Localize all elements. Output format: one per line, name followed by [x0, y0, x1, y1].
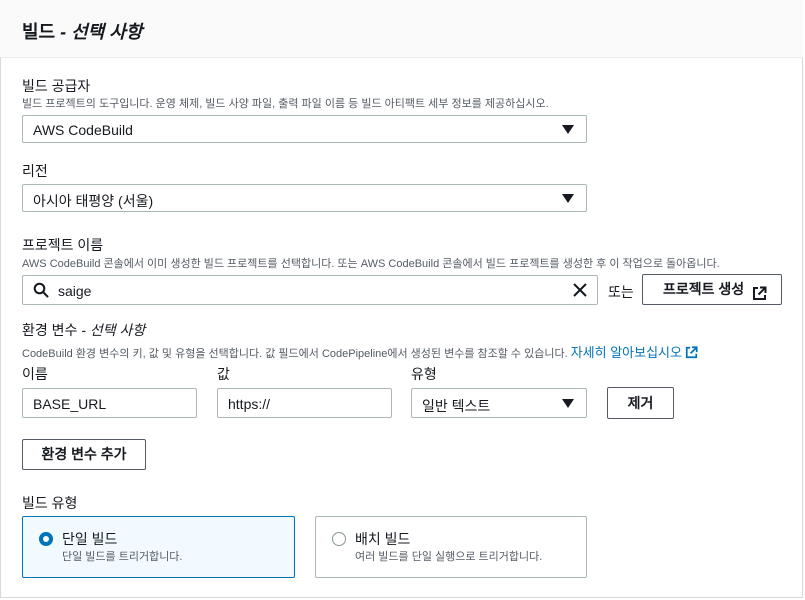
env-col-value: 값 — [217, 366, 230, 382]
env-col-type: 유형 — [411, 366, 437, 382]
radio-unselected[interactable] — [332, 532, 346, 546]
batch-build-title: 배치 빌드 — [355, 531, 411, 547]
external-link-icon[interactable] — [685, 346, 698, 362]
caret-down-icon — [562, 399, 574, 408]
add-env-var-button[interactable]: 환경 변수 추가 — [22, 439, 146, 470]
build-type-label: 빌드 유형 — [22, 495, 78, 511]
env-vars-label: 환경 변수 - 선택 사항 — [22, 322, 146, 338]
caret-down-icon — [562, 194, 574, 203]
region-value: 아시아 태평양 (서울) — [33, 193, 154, 209]
build-provider-label: 빌드 공급자 — [22, 78, 91, 94]
or-text: 또는 — [608, 284, 634, 300]
radio-selected[interactable] — [39, 532, 53, 546]
build-provider-description: 빌드 프로젝트의 도구입니다. 운영 체제, 빌드 사양 파일, 출력 파일 이… — [22, 98, 549, 110]
env-col-name: 이름 — [22, 366, 48, 382]
single-build-option[interactable]: 단일 빌드 단일 빌드를 트리거합니다. — [22, 516, 295, 578]
build-provider-select[interactable]: AWS CodeBuild — [22, 115, 587, 143]
project-search-input[interactable]: saige — [22, 275, 598, 305]
remove-env-var-button[interactable]: 제거 — [607, 387, 674, 419]
section-title: 빌드 - 선택 사항 — [22, 22, 143, 42]
create-project-button[interactable]: 프로젝트 생성 — [642, 274, 782, 305]
single-build-description: 단일 빌드를 트리거합니다. — [62, 551, 183, 563]
search-icon — [33, 282, 49, 301]
caret-down-icon — [562, 125, 574, 134]
env-type-value: 일반 텍스트 — [422, 398, 491, 414]
project-name-label: 프로젝트 이름 — [22, 237, 104, 253]
batch-build-option[interactable]: 배치 빌드 여러 빌드를 단일 실행으로 트리거합니다. — [315, 516, 587, 578]
region-select[interactable]: 아시아 태평양 (서울) — [22, 184, 587, 212]
section-header: 빌드 - 선택 사항 — [0, 0, 803, 58]
env-value-input[interactable]: https:// — [217, 388, 392, 418]
create-project-label: 프로젝트 생성 — [663, 281, 745, 297]
project-name-description: AWS CodeBuild 콘솔에서 이미 생성한 빌드 프로젝트를 선택합니다… — [22, 258, 720, 270]
single-build-title: 단일 빌드 — [62, 531, 118, 547]
build-provider-value: AWS CodeBuild — [33, 122, 133, 138]
external-link-icon — [752, 282, 767, 311]
env-type-select[interactable]: 일반 텍스트 — [411, 388, 587, 418]
batch-build-description: 여러 빌드를 단일 실행으로 트리거합니다. — [355, 551, 543, 563]
env-name-input[interactable]: BASE_URL — [22, 388, 197, 418]
project-search-value: saige — [58, 283, 92, 299]
env-vars-description: CodeBuild 환경 변수의 키, 값 및 유형을 선택합니다. 값 필드에… — [22, 342, 698, 362]
region-label: 리전 — [22, 163, 48, 179]
close-icon[interactable] — [573, 283, 587, 300]
learn-more-link[interactable]: 자세히 알아보십시오 — [571, 345, 682, 360]
